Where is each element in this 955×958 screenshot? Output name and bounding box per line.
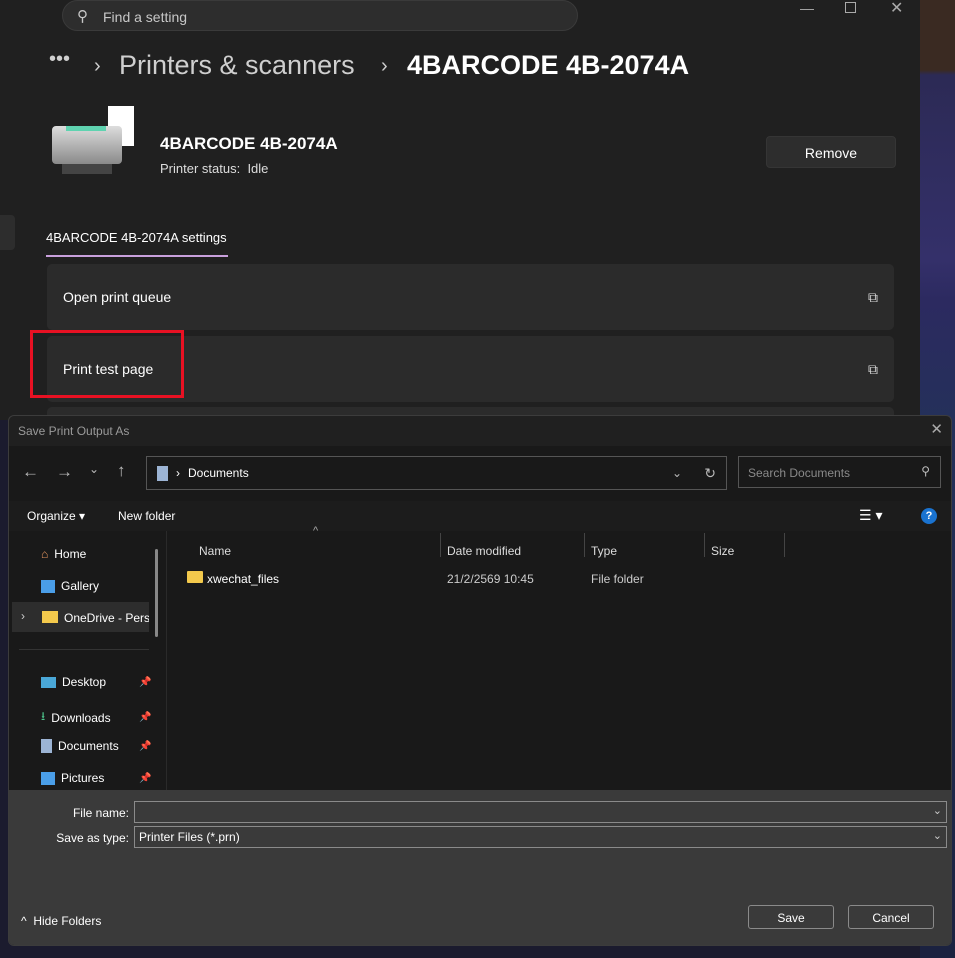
column-divider (784, 533, 785, 557)
save-options-panel: File name: ⌄ Save as type: Printer Files… (9, 790, 951, 945)
search-input[interactable]: ⚲ Find a setting (62, 0, 578, 31)
nav-item-pictures[interactable]: Pictures 📌 (41, 771, 151, 785)
chevron-right-icon: › (176, 466, 180, 480)
toolbar: Organize ▾ New folder ☰ ▾ ? (9, 501, 951, 531)
address-dropdown[interactable]: ⌄ (672, 466, 682, 480)
new-folder-button[interactable]: New folder (118, 509, 175, 523)
search-icon: ⚲ (77, 8, 88, 25)
printer-status: Printer status: Idle (160, 161, 269, 176)
chevron-down-icon[interactable]: ⌄ (933, 829, 942, 842)
pin-icon[interactable]: 📌 (139, 741, 151, 752)
recent-dropdown[interactable]: ⌄ (89, 462, 99, 476)
remove-button[interactable]: Remove (766, 136, 896, 168)
open-print-queue-item[interactable]: Open print queue ⧉ (47, 264, 894, 330)
column-divider (584, 533, 585, 557)
breadcrumb-parent[interactable]: Printers & scanners (119, 50, 355, 81)
folder-icon (187, 571, 203, 583)
view-options-button[interactable]: ☰ ▾ (859, 507, 882, 524)
save-as-type-label: Save as type: (56, 831, 129, 845)
dialog-close-button[interactable]: ✕ (930, 420, 943, 438)
divider (19, 649, 149, 650)
refresh-icon[interactable]: ↻ (704, 465, 716, 482)
close-button[interactable]: ✕ (890, 0, 903, 18)
save-button[interactable]: Save (748, 905, 834, 929)
forward-button[interactable]: → (56, 462, 73, 482)
pin-icon[interactable]: 📌 (139, 773, 151, 784)
column-size[interactable]: Size (711, 544, 734, 558)
column-type[interactable]: Type (591, 544, 617, 558)
tab-printer-settings[interactable]: 4BARCODE 4B-2074A settings (46, 230, 228, 257)
cancel-button[interactable]: Cancel (848, 905, 934, 929)
nav-item-downloads[interactable]: ⭳ Downloads 📌 (41, 707, 151, 728)
chevron-down-icon[interactable]: ⌄ (933, 804, 942, 817)
search-icon: ⚲ (921, 464, 930, 478)
column-date-modified[interactable]: Date modified (447, 544, 521, 558)
chevron-right-icon: › (94, 55, 101, 77)
file-name-input[interactable]: ⌄ (134, 801, 947, 823)
folder-icon (42, 611, 58, 623)
address-bar[interactable]: › Documents ⌄ ↻ (146, 456, 727, 490)
nav-item-documents[interactable]: Documents 📌 (41, 739, 151, 753)
breadcrumb-more[interactable]: ••• (49, 48, 70, 71)
documents-icon (41, 739, 52, 753)
gallery-icon (41, 579, 55, 593)
nav-pane-edge (0, 215, 15, 250)
search-documents-input[interactable]: Search Documents ⚲ (738, 456, 941, 488)
hide-folders-button[interactable]: ^ Hide Folders (21, 914, 101, 928)
up-button[interactable]: ↑ (117, 461, 126, 481)
pin-icon[interactable]: 📌 (139, 677, 151, 688)
printer-icon (52, 106, 138, 178)
chevron-right-icon: › (381, 55, 388, 77)
printer-name: 4BARCODE 4B-2074A (160, 134, 338, 153)
column-divider (440, 533, 441, 557)
minimize-button[interactable]: — (800, 0, 814, 16)
home-icon: ⌂ (41, 547, 49, 561)
file-row[interactable]: xwechat_files 21/2/2569 10:45 File folde… (167, 567, 951, 591)
nav-item-gallery[interactable]: Gallery (41, 579, 99, 593)
nav-item-desktop[interactable]: Desktop 📌 (41, 675, 151, 689)
nav-item-home[interactable]: ⌂ Home (41, 547, 86, 561)
nav-item-onedrive[interactable]: › OneDrive - Perso (12, 602, 149, 632)
help-icon[interactable]: ? (921, 508, 937, 524)
dialog-title: Save Print Output As (18, 424, 130, 438)
column-divider (704, 533, 705, 557)
save-dialog: Save Print Output As ✕ ← → ⌄ ↑ › Documen… (8, 415, 952, 946)
pin-icon[interactable]: 📌 (139, 712, 151, 723)
pictures-icon (41, 771, 55, 785)
sort-ascending-icon: ^ (313, 525, 319, 537)
open-external-icon: ⧉ (868, 360, 878, 377)
column-name[interactable]: Name (199, 544, 231, 558)
settings-window: ⚲ Find a setting — ✕ ••• › Printers & sca… (0, 0, 920, 427)
open-external-icon: ⧉ (868, 288, 878, 305)
chevron-up-icon: ^ (21, 914, 27, 928)
documents-icon (157, 465, 168, 481)
expand-chevron-icon[interactable]: › (21, 609, 25, 623)
download-icon: ⭳ (41, 709, 46, 723)
organize-button[interactable]: Organize ▾ (27, 509, 85, 523)
file-list: ^ Name Date modified Type Size xwechat_f… (166, 525, 951, 790)
nav-scrollbar[interactable] (155, 549, 158, 637)
desktop-icon (41, 676, 56, 688)
navigation-pane: ⌂ Home Gallery › OneDrive - Perso Desktop… (9, 531, 166, 790)
file-name-label: File name: (72, 806, 129, 820)
highlight-box (30, 330, 184, 398)
save-as-type-select[interactable]: Printer Files (*.prn) ⌄ (134, 826, 947, 848)
back-button[interactable]: ← (22, 462, 39, 482)
page-title: 4BARCODE 4B-2074A (407, 50, 690, 80)
maximize-button[interactable] (845, 2, 856, 13)
